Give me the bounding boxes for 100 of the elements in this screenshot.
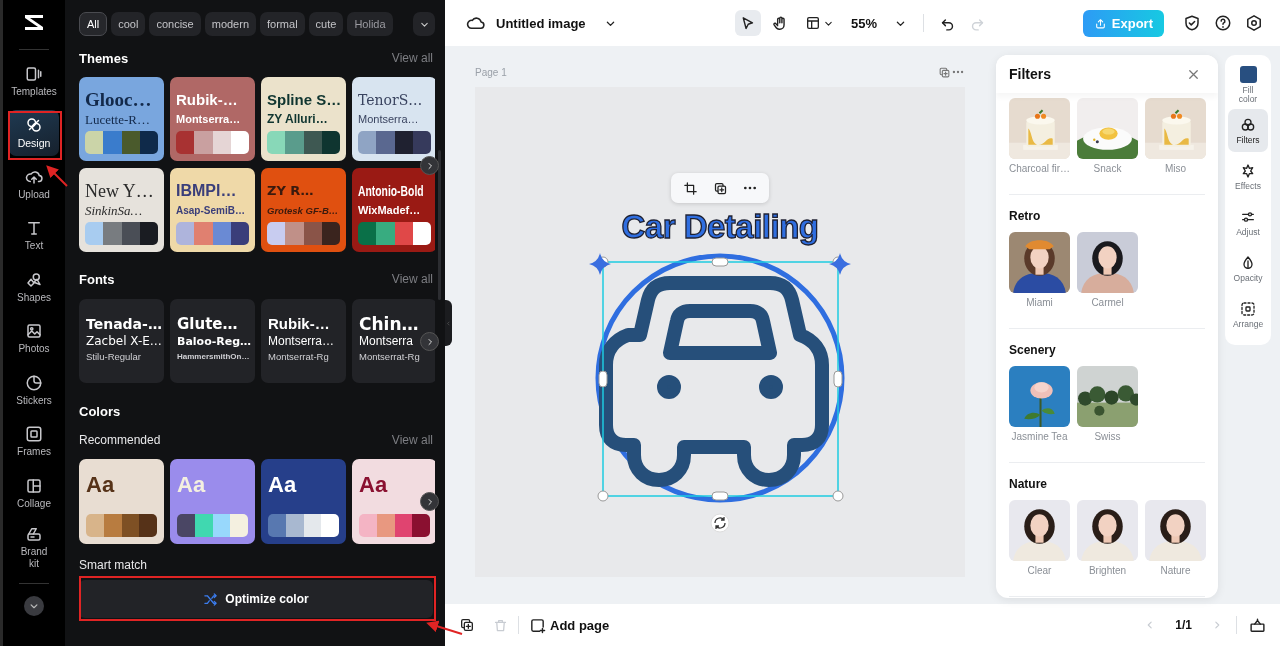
theme-card[interactable]: New Y… SinkinSa… bbox=[79, 168, 164, 252]
tool-tab[interactable]: Filters bbox=[1228, 109, 1268, 152]
filter-chip[interactable]: cute bbox=[308, 12, 344, 36]
logo-icon[interactable] bbox=[23, 13, 45, 31]
document-title[interactable]: Untitled image bbox=[496, 15, 586, 31]
upload-icon bbox=[1093, 16, 1107, 30]
section-title: Nature bbox=[1009, 477, 1048, 491]
frame-icon bbox=[25, 425, 43, 443]
font-name: HammersmithOn… bbox=[177, 351, 248, 363]
bag-icon bbox=[1249, 616, 1266, 634]
view-all-link[interactable]: View all bbox=[391, 272, 433, 286]
shield-icon[interactable] bbox=[1183, 14, 1201, 32]
tool-tab[interactable]: Adjust bbox=[1228, 201, 1268, 244]
font-name: Stilu-Regular bbox=[86, 350, 142, 364]
filter-chip[interactable]: formal bbox=[260, 12, 305, 36]
tool-tab[interactable]: Arrange bbox=[1228, 293, 1268, 336]
section-subtitle: Recommended bbox=[79, 433, 161, 447]
collapse-handle[interactable] bbox=[445, 300, 452, 346]
optimize-color-button[interactable]: Optimize color bbox=[79, 580, 433, 618]
filter-label: Miami bbox=[1026, 297, 1053, 309]
copy-icon bbox=[459, 617, 475, 633]
theme-font-name: Glooc… bbox=[85, 89, 152, 111]
sample-text: Aa bbox=[177, 472, 207, 498]
filter-chip[interactable]: concise bbox=[149, 12, 201, 36]
section-title: Fonts bbox=[79, 271, 115, 287]
zoom-level[interactable]: 55% bbox=[851, 15, 877, 31]
palette-card[interactable]: Aa bbox=[261, 459, 346, 544]
sample-text: Aa bbox=[268, 472, 298, 498]
theme-font-name: Montserra… bbox=[358, 112, 419, 127]
filter-chip[interactable]: All bbox=[79, 12, 108, 36]
panels-icon bbox=[25, 64, 43, 83]
view-all-link[interactable]: View all bbox=[391, 51, 433, 65]
rotate-handle[interactable] bbox=[710, 513, 730, 533]
font-name: Montserra… bbox=[268, 333, 336, 350]
font-name: Chin… bbox=[359, 315, 420, 333]
theme-card[interactable]: Rubik-… Montserra… bbox=[170, 77, 255, 161]
help-icon[interactable] bbox=[1214, 14, 1232, 32]
filter-chip[interactable]: cool bbox=[111, 12, 146, 36]
rail-tab[interactable]: Text bbox=[9, 212, 59, 259]
theme-card[interactable]: Glooc… Lucette-R… bbox=[79, 77, 164, 161]
sample-text: Aa bbox=[359, 472, 389, 498]
rail-tab[interactable]: Shapes bbox=[9, 264, 59, 310]
theme-card[interactable]: ZY R… Grotesk GF-B… bbox=[261, 168, 346, 252]
copy-icon[interactable] bbox=[938, 65, 951, 79]
rail-tab[interactable]: Collage bbox=[9, 470, 59, 516]
theme-font-name: TenorS… bbox=[358, 91, 423, 110]
theme-font-name: Spline S… bbox=[267, 90, 342, 110]
theme-card[interactable]: Antonio-Bold WixMadef… bbox=[352, 168, 435, 252]
shuffle-icon bbox=[203, 591, 219, 607]
layout-icon bbox=[805, 15, 821, 31]
filter-label: Swiss bbox=[1094, 431, 1121, 443]
filters-icon bbox=[1240, 116, 1256, 133]
filter-chip[interactable]: Holida bbox=[347, 12, 393, 36]
rail-tab[interactable]: Brand kit bbox=[9, 521, 59, 574]
font-card[interactable]: Chin… Montserra Montserrat-Rg bbox=[352, 299, 435, 383]
theme-font-name: ZY R… bbox=[267, 182, 314, 200]
page-counter: 1/1 bbox=[1175, 618, 1192, 632]
font-card[interactable]: Rubik-… Montserra… Montserrat-Rg bbox=[261, 299, 346, 383]
rail-tab[interactable]: Photos bbox=[9, 315, 59, 362]
settings-icon[interactable] bbox=[1245, 14, 1263, 32]
copy-icon bbox=[712, 180, 728, 196]
theme-font-name: Antonio-Bold bbox=[358, 182, 424, 201]
pointer-tool-button[interactable] bbox=[735, 10, 761, 36]
section-title: Colors bbox=[79, 403, 121, 419]
panel-title: Filters bbox=[1009, 66, 1051, 82]
theme-card[interactable]: IBMPl… Asap-SemiB… bbox=[170, 168, 255, 252]
star-icon bbox=[1240, 162, 1256, 179]
more-button[interactable] bbox=[413, 12, 435, 36]
heading-text[interactable]: Car Detailing bbox=[475, 207, 965, 247]
rail-tab[interactable]: Design bbox=[9, 109, 59, 156]
font-name: Glute… bbox=[177, 315, 239, 333]
font-name: Montserrat-Rg bbox=[359, 350, 421, 364]
page-label: Page 1 bbox=[475, 66, 508, 78]
tool-tab[interactable]: Fill color bbox=[1228, 63, 1268, 106]
palette-card[interactable]: Aa bbox=[352, 459, 435, 544]
theme-font-name: Grotesk GF-B… bbox=[267, 204, 339, 218]
theme-font-name: New Y… bbox=[85, 180, 154, 202]
filter-label: Nature bbox=[1160, 565, 1191, 577]
expand-button[interactable] bbox=[24, 596, 44, 616]
tool-tab[interactable]: Effects bbox=[1228, 155, 1268, 198]
shapes-icon bbox=[25, 270, 43, 289]
rail-tab[interactable]: Templates bbox=[9, 58, 59, 104]
palette-card[interactable]: Aa bbox=[79, 459, 164, 544]
font-card[interactable]: Tenada-… Zacbel X-E… Stilu-Regular bbox=[79, 299, 164, 383]
filter-chip[interactable]: modern bbox=[204, 12, 256, 36]
annotation-arrow bbox=[426, 620, 463, 635]
tool-tab[interactable]: Opacity bbox=[1228, 247, 1268, 290]
rail-tab[interactable]: Stickers bbox=[9, 367, 59, 413]
theme-font-name: Lucette-R… bbox=[85, 111, 150, 128]
filter-label: Clear bbox=[1027, 565, 1052, 577]
rail-tab[interactable]: Frames bbox=[9, 418, 59, 465]
trash-icon bbox=[493, 617, 508, 633]
font-name: Montserrat-Rg bbox=[268, 350, 330, 364]
view-all-link[interactable]: View all bbox=[391, 433, 433, 447]
theme-card[interactable]: TenorS… Montserra… bbox=[352, 77, 435, 161]
add-page-button[interactable]: Add page bbox=[529, 612, 610, 638]
rail-tab[interactable]: Upload bbox=[9, 161, 59, 207]
selected-car-logo-drawing[interactable] bbox=[589, 253, 851, 503]
font-card[interactable]: Glute… Baloo-Reg… HammersmithOn… bbox=[170, 299, 255, 383]
theme-card[interactable]: Spline S… ZY Alluri… bbox=[261, 77, 346, 161]
